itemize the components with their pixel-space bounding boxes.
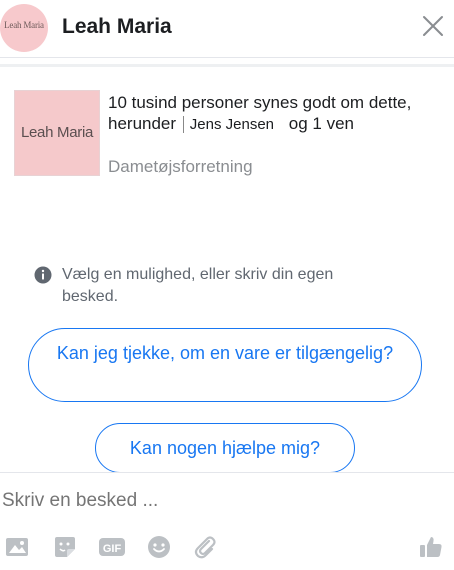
info-text: Vælg en mulighed, eller skriv din egen b… bbox=[62, 266, 334, 305]
chat-title[interactable]: Leah Maria bbox=[62, 15, 172, 39]
avatar-logo-text: Leah Maria bbox=[4, 20, 44, 30]
page-category: Dametøjsforretning bbox=[108, 157, 253, 176]
friend-name[interactable]: Jens Jensen bbox=[182, 116, 275, 133]
sticker-icon[interactable] bbox=[52, 534, 78, 560]
message-input[interactable] bbox=[2, 490, 422, 512]
close-icon[interactable] bbox=[420, 13, 446, 39]
like-icon[interactable] bbox=[418, 534, 444, 560]
image-icon[interactable] bbox=[4, 534, 30, 560]
info-icon bbox=[34, 266, 52, 284]
page-thumbnail[interactable]: Leah Maria bbox=[14, 90, 100, 176]
header-divider bbox=[0, 64, 454, 67]
gif-label: GIF bbox=[103, 543, 122, 555]
page-likes-text: 10 tusind personer synes godt om dette, … bbox=[108, 92, 438, 135]
quick-reply-item-available[interactable]: Kan jeg tjekke, om en vare er tilgængeli… bbox=[28, 328, 422, 402]
attachment-icon[interactable] bbox=[192, 534, 218, 560]
avatar[interactable]: Leah Maria bbox=[0, 4, 48, 52]
page-thumbnail-text: Leah Maria bbox=[20, 124, 94, 141]
likes-line-end: og 1 ven bbox=[288, 114, 354, 133]
chat-header: Leah Maria Leah Maria bbox=[0, 0, 454, 58]
quick-reply-help[interactable]: Kan nogen hjælpe mig? bbox=[95, 423, 355, 473]
composer-divider bbox=[0, 472, 454, 473]
gif-icon[interactable]: GIF bbox=[98, 534, 126, 560]
emoji-icon[interactable] bbox=[146, 534, 172, 560]
